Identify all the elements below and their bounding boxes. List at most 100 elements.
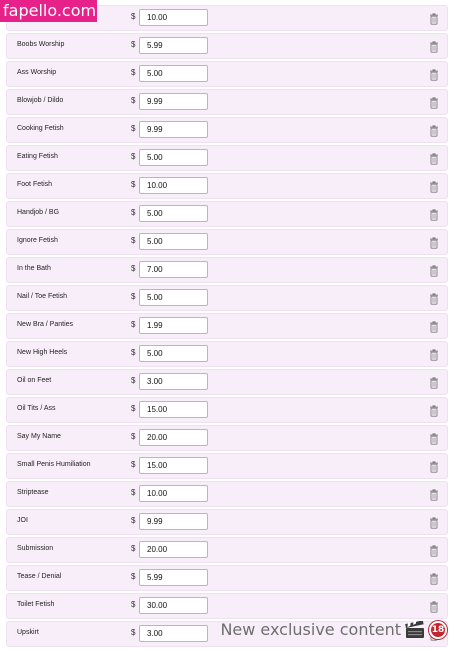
price-input[interactable]: [139, 177, 208, 194]
service-name: Toilet Fetish: [17, 601, 55, 608]
price-input[interactable]: [139, 205, 208, 222]
currency-symbol: $: [131, 544, 136, 553]
price-input[interactable]: [139, 513, 208, 530]
trash-icon[interactable]: [429, 433, 439, 445]
trash-icon[interactable]: [429, 377, 439, 389]
trash-icon[interactable]: [429, 293, 439, 305]
price-input[interactable]: [139, 261, 208, 278]
service-row: New Bra / Panties $: [6, 313, 448, 339]
service-name: New High Heels: [17, 349, 68, 356]
service-row: Ignore Fetish $: [6, 229, 448, 255]
price-input[interactable]: [139, 625, 208, 642]
currency-symbol: $: [131, 404, 136, 413]
service-name: Ass Worship: [17, 69, 57, 76]
currency-symbol: $: [131, 208, 136, 217]
currency-symbol: $: [131, 600, 136, 609]
currency-symbol: $: [131, 348, 136, 357]
service-row: Toilet Fetish $: [6, 593, 448, 619]
service-name: Foot Fetish: [17, 181, 53, 188]
trash-icon[interactable]: [429, 405, 439, 417]
currency-symbol: $: [131, 124, 136, 133]
service-row: New High Heels $: [6, 341, 448, 367]
price-input[interactable]: [139, 401, 208, 418]
trash-icon[interactable]: [429, 97, 439, 109]
currency-symbol: $: [131, 488, 136, 497]
service-name: Handjob / BG: [17, 209, 60, 216]
trash-icon[interactable]: [429, 489, 439, 501]
currency-symbol: $: [131, 320, 136, 329]
trash-icon[interactable]: [429, 461, 439, 473]
price-input[interactable]: [139, 149, 208, 166]
price-input[interactable]: [139, 541, 208, 558]
price-input[interactable]: [139, 317, 208, 334]
price-input[interactable]: [139, 121, 208, 138]
service-name: Striptease: [17, 489, 49, 496]
trash-icon[interactable]: [429, 209, 439, 221]
trash-icon[interactable]: [429, 181, 439, 193]
trash-icon[interactable]: [429, 573, 439, 585]
price-input[interactable]: [139, 457, 208, 474]
trash-icon[interactable]: [429, 237, 439, 249]
price-input[interactable]: [139, 569, 208, 586]
service-row: Tease / Denial $: [6, 565, 448, 591]
watermark-banner: New exclusive content 18: [220, 620, 447, 639]
price-input[interactable]: [139, 93, 208, 110]
currency-symbol: $: [131, 68, 136, 77]
trash-icon[interactable]: [429, 321, 439, 333]
service-row: Say My Name $: [6, 425, 448, 451]
service-row: Foot Fetish $: [6, 173, 448, 199]
trash-icon[interactable]: [429, 517, 439, 529]
service-row: Handjob / BG $: [6, 201, 448, 227]
trash-icon[interactable]: [429, 153, 439, 165]
currency-symbol: $: [131, 516, 136, 525]
currency-symbol: $: [131, 12, 136, 21]
price-input[interactable]: [139, 597, 208, 614]
currency-symbol: $: [131, 628, 136, 637]
price-input[interactable]: [139, 37, 208, 54]
service-name: Eating Fetish: [17, 153, 58, 160]
service-name: Submission: [17, 545, 54, 552]
service-name: JOI: [17, 517, 28, 524]
trash-icon[interactable]: [429, 601, 439, 613]
price-input[interactable]: [139, 65, 208, 82]
service-row: Boobs Worship $: [6, 33, 448, 59]
service-row: Striptease $: [6, 481, 448, 507]
trash-icon[interactable]: [429, 265, 439, 277]
trash-icon[interactable]: [429, 41, 439, 53]
service-name: Cooking Fetish: [17, 125, 64, 132]
service-row: Blowjob / Dildo $: [6, 89, 448, 115]
service-row: Submission $: [6, 537, 448, 563]
service-name: Boobs Worship: [17, 41, 65, 48]
price-input[interactable]: [139, 9, 208, 26]
price-input[interactable]: [139, 345, 208, 362]
currency-symbol: $: [131, 180, 136, 189]
price-input[interactable]: [139, 289, 208, 306]
price-input[interactable]: [139, 233, 208, 250]
service-name: Oil Tits / Ass: [17, 405, 56, 412]
age-18-badge: 18: [429, 620, 447, 639]
price-input[interactable]: [139, 429, 208, 446]
trash-icon[interactable]: [429, 69, 439, 81]
service-name: Say My Name: [17, 433, 61, 440]
trash-icon[interactable]: [429, 125, 439, 137]
clapperboard-icon: [405, 620, 424, 638]
service-name: Ignore Fetish: [17, 237, 58, 244]
service-name: Tease / Denial: [17, 573, 62, 580]
currency-symbol: $: [131, 460, 136, 469]
price-input[interactable]: [139, 485, 208, 502]
trash-icon[interactable]: [429, 13, 439, 25]
price-input[interactable]: [139, 373, 208, 390]
service-row: JOI $: [6, 509, 448, 535]
service-name: Upskirt: [17, 629, 39, 636]
service-row: Cooking Fetish $: [6, 117, 448, 143]
service-row: Small Penis Humiliation $: [6, 453, 448, 479]
service-row: Oil on Feet $: [6, 369, 448, 395]
service-name: In the Bath: [17, 265, 51, 272]
currency-symbol: $: [131, 292, 136, 301]
trash-icon[interactable]: [429, 349, 439, 361]
watermark-caption: New exclusive content: [220, 620, 401, 639]
trash-icon[interactable]: [429, 545, 439, 557]
currency-symbol: $: [131, 152, 136, 161]
service-name: New Bra / Panties: [17, 321, 74, 328]
service-name: Oil on Feet: [17, 377, 52, 384]
